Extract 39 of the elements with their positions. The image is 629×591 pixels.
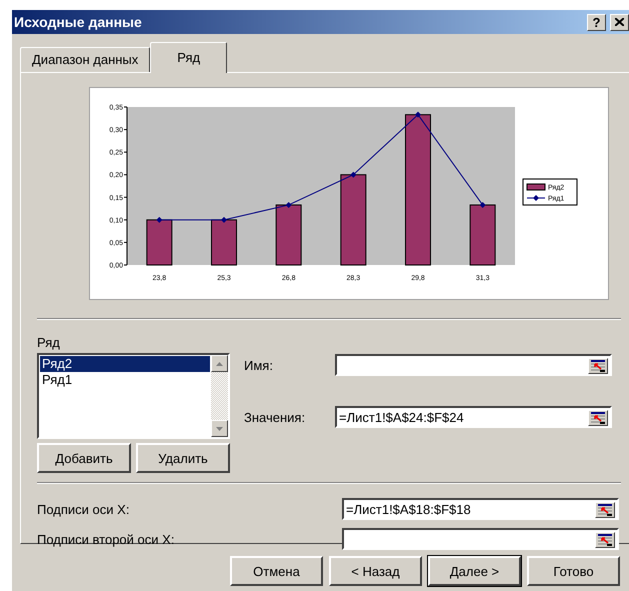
- series-button[interactable]: Добавить: [37, 443, 131, 473]
- close-icon[interactable]: [610, 14, 629, 30]
- tab[interactable]: Ряд: [150, 42, 228, 73]
- dialog-button[interactable]: < Назад: [329, 556, 422, 586]
- window-title: Исходные данные: [14, 14, 143, 30]
- range-picker-icon[interactable]: [588, 358, 608, 374]
- legend-swatch: [526, 184, 546, 190]
- dialog-button[interactable]: Отмена: [230, 556, 323, 586]
- point-marker: [415, 112, 421, 118]
- bar: [211, 219, 237, 266]
- dialog-button[interactable]: Готово: [527, 556, 620, 586]
- bar: [276, 204, 302, 266]
- input-field[interactable]: [335, 354, 612, 376]
- tab[interactable]: Диапазон данных: [20, 47, 150, 72]
- field-label: Значения:: [244, 410, 306, 424]
- input-field[interactable]: =Лист1!$A$24:$F$24: [335, 406, 612, 428]
- point-marker: [286, 202, 292, 208]
- range-picker-icon[interactable]: [588, 410, 608, 426]
- point-marker: [221, 216, 227, 223]
- help-button[interactable]: ?: [587, 14, 606, 30]
- bar: [470, 204, 496, 266]
- dialog-button[interactable]: Далее >: [428, 556, 521, 586]
- list-item[interactable]: Ряд1: [40, 372, 210, 388]
- point-marker: [480, 202, 486, 208]
- legend-line-icon: [526, 195, 546, 201]
- point-marker: [350, 172, 356, 178]
- input-field[interactable]: [342, 528, 619, 550]
- input-field[interactable]: =Лист1!$A$18:$F$18: [342, 498, 619, 520]
- point-marker: [156, 216, 162, 223]
- series-button[interactable]: Удалить: [136, 443, 230, 473]
- scroll-bar[interactable]: [211, 355, 228, 437]
- field-label: Подписи второй оси X:: [37, 532, 176, 546]
- list-label: Ряд: [37, 335, 61, 351]
- field-label: Имя:: [244, 358, 274, 372]
- list-item[interactable]: Ряд2: [40, 356, 210, 372]
- range-picker-icon[interactable]: [595, 502, 615, 518]
- field-label: Подписи оси X:: [37, 502, 130, 516]
- bar: [146, 219, 172, 266]
- range-picker-icon[interactable]: [595, 532, 615, 548]
